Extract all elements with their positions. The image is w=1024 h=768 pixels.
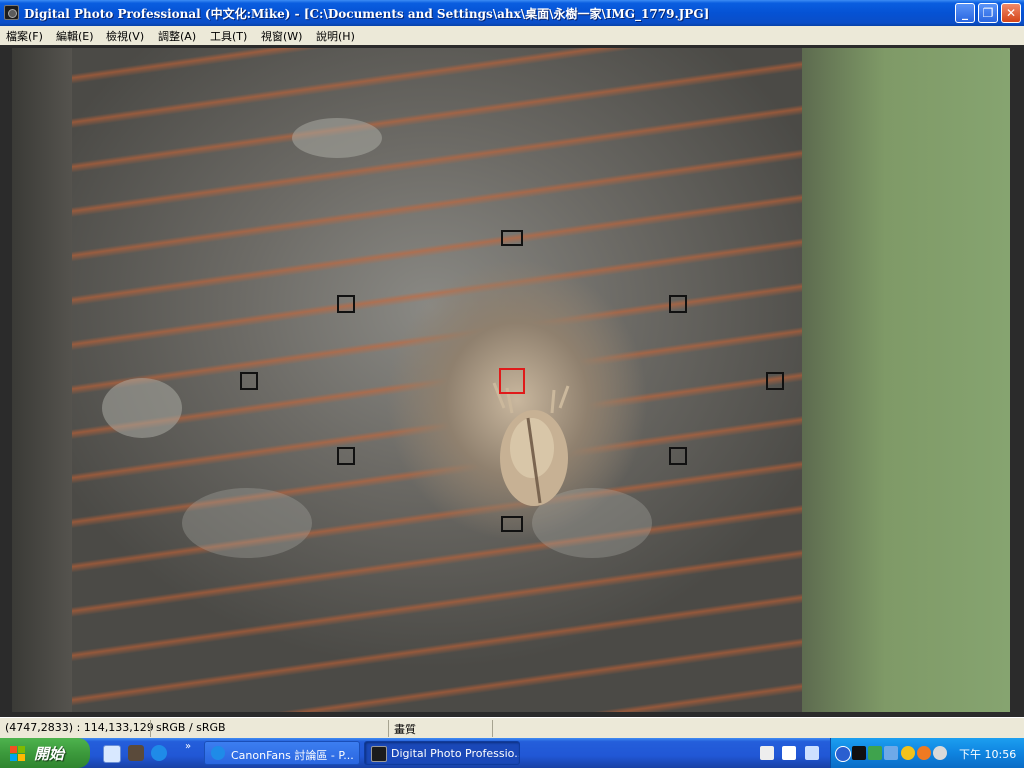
lichen-patch: [102, 378, 182, 438]
pixel-info: (4747,2833) : 114,133,129: [5, 721, 154, 734]
blurred-foliage: [802, 48, 1010, 712]
speaker-icon[interactable]: [933, 746, 947, 760]
af-point[interactable]: [501, 230, 523, 246]
af-point[interactable]: [766, 372, 784, 390]
taskbar: 開始 » CanonFans 討論區 - P... Digital Photo …: [0, 738, 1024, 768]
messenger-icon[interactable]: [901, 746, 915, 760]
af-point[interactable]: [669, 295, 687, 313]
title-bar[interactable]: Digital Photo Professional (中文化:Mike) - …: [0, 0, 1024, 26]
af-point[interactable]: [240, 372, 258, 390]
minimize-button[interactable]: _: [955, 3, 975, 23]
quick-launch-more-button[interactable]: »: [185, 741, 191, 752]
restore-button[interactable]: ❐: [978, 3, 998, 23]
menu-tools[interactable]: 工具(T): [210, 28, 247, 44]
ie-icon: [211, 746, 225, 760]
media-icon[interactable]: [128, 745, 144, 761]
menu-window[interactable]: 視窗(W): [261, 28, 302, 44]
keyboard-icon[interactable]: [760, 746, 774, 760]
menu-view[interactable]: 檢視(V): [106, 28, 144, 44]
menu-edit[interactable]: 編輯(E): [56, 28, 94, 44]
antivirus-icon[interactable]: [917, 746, 931, 760]
photo-tree-bark-cicada[interactable]: [12, 48, 1010, 712]
show-desktop-icon[interactable]: [103, 745, 121, 763]
system-tray: 下午 10:56: [830, 738, 1024, 768]
cicada-shell: [492, 382, 570, 506]
clock[interactable]: 下午 10:56: [959, 746, 1016, 762]
af-point[interactable]: [337, 295, 355, 313]
lichen-patch: [182, 488, 312, 558]
volume-app-icon[interactable]: [852, 746, 866, 760]
menu-adjust[interactable]: 調整(A): [158, 28, 196, 44]
taskbar-item-canonfans[interactable]: CanonFans 討論區 - P...: [204, 741, 360, 765]
display-icon[interactable]: [884, 746, 898, 760]
close-button[interactable]: ✕: [1001, 3, 1021, 23]
menu-file[interactable]: 檔案(F): [6, 28, 43, 44]
taskbar-item-dpp[interactable]: Digital Photo Professio...: [364, 741, 520, 765]
status-bar: (4747,2833) : 114,133,129 sRGB / sRGB 畫質: [0, 717, 1024, 739]
af-point[interactable]: [501, 516, 523, 532]
af-point[interactable]: [669, 447, 687, 465]
start-button[interactable]: 開始: [0, 738, 90, 768]
help-icon[interactable]: [782, 746, 796, 760]
af-point-selected[interactable]: [499, 368, 525, 394]
menu-help[interactable]: 說明(H): [316, 28, 355, 44]
camera-app-icon[interactable]: [4, 5, 19, 20]
chevron-left-icon[interactable]: [835, 746, 851, 762]
camera-icon: [371, 746, 387, 762]
task-label: CanonFans 討論區 - P...: [231, 749, 354, 762]
network-icon[interactable]: [868, 746, 882, 760]
color-space: sRGB / sRGB: [156, 721, 226, 734]
task-label: Digital Photo Professio...: [391, 747, 520, 760]
quality-label: 畫質: [394, 723, 416, 736]
menu-bar: 檔案(F) 編輯(E) 檢視(V) 調整(A) 工具(T) 視窗(W) 說明(H…: [0, 26, 1024, 46]
lichen-patch: [292, 118, 382, 158]
status-divider: [150, 720, 151, 737]
ime-options-icon[interactable]: [805, 746, 819, 760]
trunk-shadow: [12, 48, 72, 712]
ie-icon[interactable]: [151, 745, 167, 761]
windows-logo-icon: [10, 746, 26, 761]
status-divider: [492, 720, 493, 737]
af-point[interactable]: [337, 447, 355, 465]
image-viewer[interactable]: [0, 45, 1024, 717]
start-label: 開始: [34, 745, 65, 763]
status-divider: [388, 720, 389, 737]
window-title: Digital Photo Professional (中文化:Mike) - …: [24, 7, 710, 21]
